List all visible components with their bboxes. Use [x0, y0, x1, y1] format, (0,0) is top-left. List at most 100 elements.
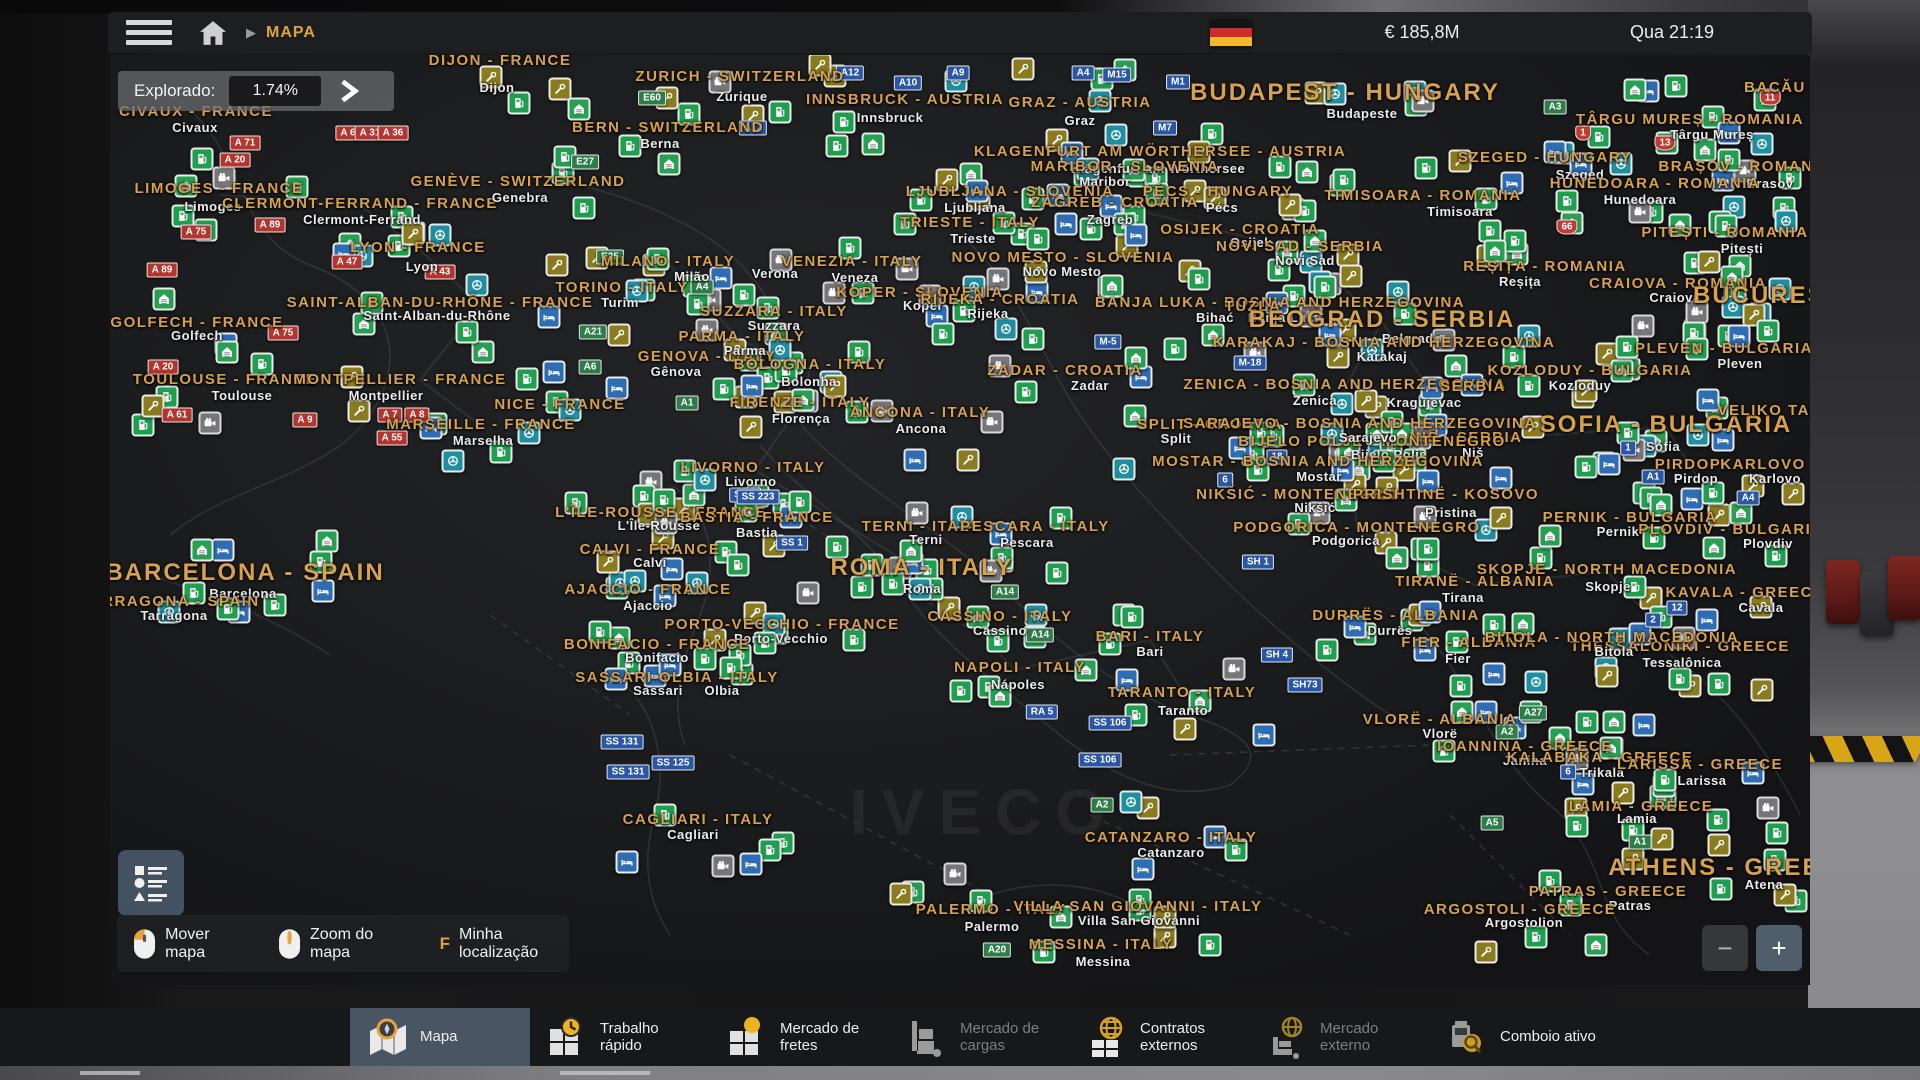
tab-freight-market[interactable]: Mercado de fretes	[710, 1008, 890, 1066]
fuel-map-icon[interactable]	[826, 135, 849, 158]
rest-map-icon[interactable]	[1125, 224, 1148, 247]
rest-map-icon[interactable]	[903, 448, 926, 471]
service-map-icon[interactable]	[1339, 264, 1362, 287]
rest-map-icon[interactable]	[1483, 663, 1506, 686]
fuel-map-icon[interactable]	[1708, 672, 1731, 695]
menu-button[interactable]	[126, 18, 172, 48]
tab-active-convoy[interactable]: Comboio ativo	[1430, 1008, 1610, 1066]
rest-map-icon[interactable]	[1132, 858, 1155, 881]
fuel-map-icon[interactable]	[1187, 268, 1210, 291]
fuel-map-icon[interactable]	[1503, 230, 1526, 253]
dealer-map-icon[interactable]	[1113, 458, 1136, 481]
zoom-in-button[interactable]: +	[1756, 925, 1802, 971]
zoom-out-button[interactable]: −	[1702, 925, 1748, 971]
fuel-map-icon[interactable]	[508, 92, 531, 115]
rest-map-icon[interactable]	[1253, 723, 1276, 746]
garage-map-icon[interactable]	[1585, 933, 1608, 956]
fuel-map-icon[interactable]	[931, 322, 954, 345]
cam-map-icon[interactable]	[797, 582, 820, 605]
service-map-icon[interactable]	[1751, 679, 1774, 702]
rest-map-icon[interactable]	[543, 361, 566, 384]
service-map-icon[interactable]	[549, 77, 572, 100]
garage-map-icon[interactable]	[472, 340, 495, 363]
fuel-map-icon[interactable]	[1026, 228, 1049, 251]
dealer-map-icon[interactable]	[1119, 791, 1142, 814]
service-map-icon[interactable]	[1490, 506, 1513, 529]
garage-map-icon[interactable]	[1539, 525, 1562, 548]
fuel-map-icon[interactable]	[1014, 380, 1037, 403]
cam-map-icon[interactable]	[1632, 314, 1655, 337]
fuel-map-icon[interactable]	[456, 320, 479, 343]
service-map-icon[interactable]	[1355, 390, 1378, 413]
service-map-icon[interactable]	[957, 448, 980, 471]
fuel-map-icon[interactable]	[769, 100, 792, 123]
garage-map-icon[interactable]	[1385, 547, 1408, 570]
rest-map-icon[interactable]	[1696, 388, 1719, 411]
fuel-map-icon[interactable]	[572, 197, 595, 220]
dealer-map-icon[interactable]	[442, 449, 465, 472]
garage-map-icon[interactable]	[153, 288, 176, 311]
garage-map-icon[interactable]	[316, 529, 339, 552]
fuel-map-icon[interactable]	[1164, 338, 1187, 361]
garage-map-icon[interactable]	[1702, 537, 1725, 560]
rest-map-icon[interactable]	[1633, 714, 1656, 737]
fuel-map-icon[interactable]	[1449, 675, 1472, 698]
cam-map-icon[interactable]	[1757, 796, 1780, 819]
fuel-map-icon[interactable]	[759, 838, 782, 861]
cam-map-icon[interactable]	[712, 854, 735, 877]
service-map-icon[interactable]	[740, 416, 763, 439]
service-map-icon[interactable]	[546, 254, 569, 277]
fuel-map-icon[interactable]	[1415, 157, 1438, 180]
garage-map-icon[interactable]	[1295, 161, 1318, 184]
garage-map-icon[interactable]	[861, 132, 884, 155]
tab-external-contracts[interactable]: Contratos externos	[1070, 1008, 1250, 1066]
dealer-map-icon[interactable]	[995, 318, 1018, 341]
fuel-map-icon[interactable]	[1575, 710, 1598, 733]
tab-quick-job[interactable]: Trabalho rápido	[530, 1008, 710, 1066]
rest-map-icon[interactable]	[616, 850, 639, 873]
dealer-map-icon[interactable]	[465, 273, 488, 296]
service-map-icon[interactable]	[1474, 941, 1497, 964]
garage-map-icon[interactable]	[658, 153, 681, 176]
fuel-map-icon[interactable]	[833, 110, 856, 133]
fuel-map-icon[interactable]	[1198, 933, 1221, 956]
world-map[interactable]: IVECO A 20A 71A 6A 31A 36A 89A 89A 75A 7…	[110, 55, 1810, 985]
fuel-map-icon[interactable]	[1566, 815, 1589, 838]
tab-external-market[interactable]: Mercado externo	[1250, 1008, 1430, 1066]
garage-map-icon[interactable]	[1624, 78, 1647, 101]
fuel-map-icon[interactable]	[1575, 456, 1598, 479]
fuel-map-icon[interactable]	[516, 367, 539, 390]
fuel-map-icon[interactable]	[618, 135, 641, 158]
cam-map-icon[interactable]	[1223, 658, 1246, 681]
garage-map-icon[interactable]	[1603, 710, 1626, 733]
cam-map-icon[interactable]	[944, 863, 967, 886]
service-map-icon[interactable]	[1698, 250, 1721, 273]
fuel-map-icon[interactable]	[1121, 605, 1144, 628]
tab-cargo-market[interactable]: Mercado de cargas	[890, 1008, 1070, 1066]
fuel-map-icon[interactable]	[1765, 821, 1788, 844]
rest-map-icon[interactable]	[211, 538, 234, 561]
service-map-icon[interactable]	[1012, 58, 1035, 81]
cam-map-icon[interactable]	[198, 411, 221, 434]
garage-map-icon[interactable]	[191, 538, 214, 561]
fuel-map-icon[interactable]	[1556, 189, 1579, 212]
fuel-map-icon[interactable]	[1022, 328, 1045, 351]
fuel-map-icon[interactable]	[727, 553, 750, 576]
fuel-map-icon[interactable]	[950, 680, 973, 703]
service-map-icon[interactable]	[1174, 718, 1197, 741]
fuel-map-icon[interactable]	[1046, 561, 1069, 584]
fuel-map-icon[interactable]	[1417, 538, 1440, 561]
fuel-map-icon[interactable]	[1316, 639, 1339, 662]
tab-map[interactable]: Mapa	[350, 1008, 530, 1066]
service-map-icon[interactable]	[1596, 664, 1619, 687]
service-map-icon[interactable]	[607, 324, 630, 347]
fuel-map-icon[interactable]	[191, 148, 214, 171]
service-map-icon[interactable]	[890, 882, 913, 905]
map-legend-button[interactable]	[118, 850, 184, 916]
rest-map-icon[interactable]	[739, 852, 762, 875]
fuel-map-icon[interactable]	[1588, 126, 1611, 149]
rest-map-icon[interactable]	[1597, 452, 1620, 475]
garage-map-icon[interactable]	[216, 341, 239, 364]
service-map-icon[interactable]	[1650, 828, 1673, 851]
dealer-map-icon[interactable]	[1525, 670, 1548, 693]
